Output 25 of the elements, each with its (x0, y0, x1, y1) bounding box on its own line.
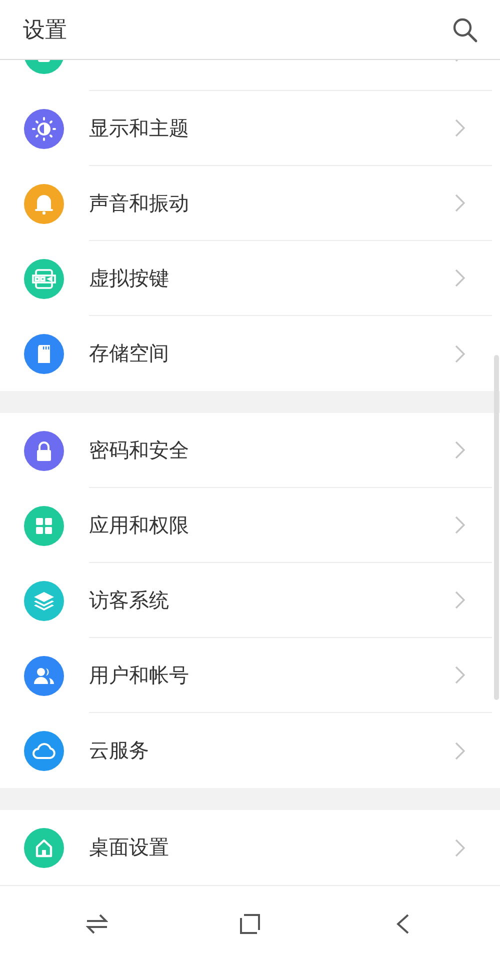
settings-item-label: 应用和权限 (89, 512, 189, 538)
chevron-icon (455, 269, 465, 287)
chevron-icon (455, 666, 465, 684)
switch-icon[interactable] (86, 914, 108, 934)
settings-item-label: 用户和帐号 (89, 662, 189, 688)
chevron-icon (455, 591, 465, 609)
settings-item-label: 云服务 (89, 737, 149, 764)
chevron-icon (455, 742, 465, 760)
settings-item-label: 桌面设置 (89, 834, 169, 861)
chevron-icon (455, 838, 465, 856)
settings-item-label: 声音和振动 (89, 190, 189, 216)
page-title: 设置 (23, 16, 67, 44)
chevron-icon (455, 344, 465, 362)
home-icon[interactable] (240, 914, 260, 934)
chevron-icon (455, 516, 465, 534)
settings-item-label: 存储空间 (89, 340, 169, 367)
chevron-icon (455, 119, 465, 137)
chevron-icon (455, 194, 465, 212)
back-icon[interactable] (396, 914, 410, 934)
settings-item-label: 显示和主题 (89, 114, 189, 142)
settings-item-label: 访客系统 (89, 586, 169, 614)
chevron-icon (455, 441, 465, 459)
search-icon[interactable] (452, 16, 478, 42)
settings-item-label: 虚拟按键 (89, 264, 169, 292)
settings-item-label: 密码和安全 (89, 436, 189, 464)
